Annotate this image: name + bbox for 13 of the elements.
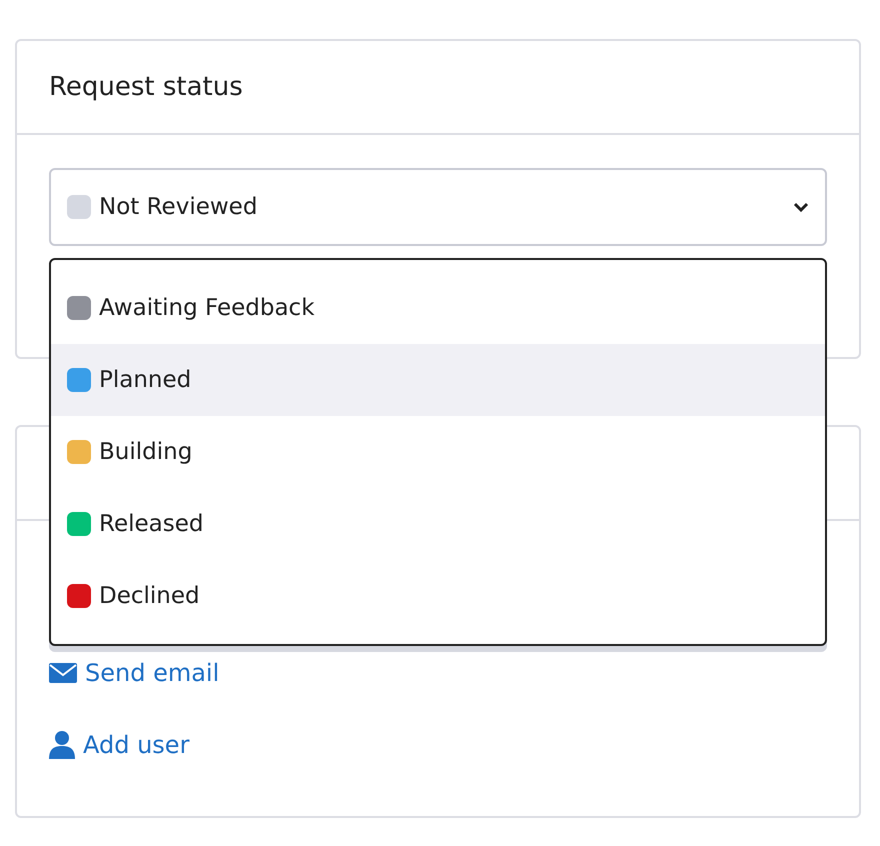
chevron-down-icon bbox=[793, 202, 809, 212]
status-option[interactable]: Awaiting Feedback bbox=[51, 272, 825, 344]
card-title: Request status bbox=[49, 72, 243, 102]
status-option[interactable]: Declined bbox=[51, 560, 825, 632]
status-option[interactable]: Planned bbox=[51, 344, 825, 416]
action-link[interactable]: Add user bbox=[49, 729, 827, 761]
status-value: Not Reviewed bbox=[99, 194, 258, 220]
envelope-icon bbox=[49, 663, 77, 683]
status-dropdown[interactable]: Not Reviewed bbox=[49, 168, 827, 246]
action-link[interactable]: Send email bbox=[49, 657, 827, 689]
status-option[interactable]: Released bbox=[51, 488, 825, 560]
status-option[interactable]: Building bbox=[51, 416, 825, 488]
user-icon bbox=[49, 731, 75, 759]
